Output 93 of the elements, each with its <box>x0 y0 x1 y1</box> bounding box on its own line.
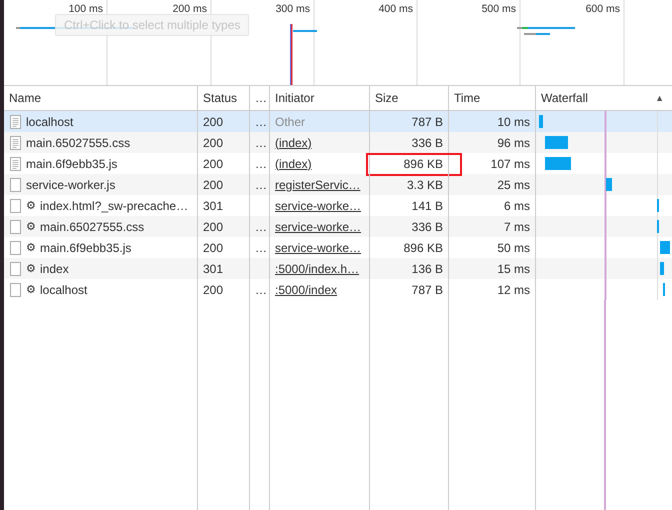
blank-file-icon <box>10 282 21 296</box>
ellipsis-text: … <box>255 136 267 150</box>
initiator-link[interactable]: :5000/index.h… <box>275 262 360 276</box>
size-value: 136 B <box>412 262 443 276</box>
status-code: 301 <box>203 198 224 212</box>
document-icon <box>10 114 21 128</box>
time-tick-label: 600 ms <box>586 3 620 15</box>
status-code: 200 <box>203 114 224 128</box>
status-code: 200 <box>203 136 224 150</box>
column-header[interactable]: … <box>255 91 267 105</box>
size-value: 336 B <box>412 136 443 150</box>
blank-file-icon <box>10 198 21 212</box>
waterfall-bar <box>545 157 571 170</box>
document-icon <box>10 136 21 150</box>
request-row[interactable]: ⚙ index 301 :5000/index.h… 136 B 15 ms <box>4 258 672 279</box>
gear-icon: ⚙ <box>26 199 36 212</box>
size-value: 141 B <box>412 198 443 212</box>
initiator-link[interactable]: service-worke… <box>275 198 362 212</box>
document-icon <box>10 156 21 170</box>
size-value: 336 B <box>412 220 443 234</box>
ellipsis-text: … <box>255 240 267 254</box>
status-code: 200 <box>203 178 224 192</box>
file-name: main.6f9ebb35.js <box>40 240 132 254</box>
initiator-link[interactable]: :5000/index <box>275 282 338 296</box>
blank-file-icon <box>10 240 21 254</box>
file-name: index <box>40 262 69 276</box>
time-value: 50 ms <box>497 240 530 254</box>
time-value: 15 ms <box>497 262 530 276</box>
ellipsis-text: … <box>255 114 267 128</box>
gear-icon: ⚙ <box>26 220 36 233</box>
ellipsis-text: … <box>255 178 267 192</box>
status-code: 301 <box>203 262 224 276</box>
gear-icon: ⚙ <box>26 262 36 275</box>
waterfall-bar <box>606 178 612 191</box>
file-name: main.6f9ebb35.js <box>26 156 118 170</box>
sort-icon[interactable]: ▲ <box>655 93 664 103</box>
request-row[interactable]: service-worker.js 200 … registerServic… 3.3 KB 25 ms <box>4 174 672 195</box>
status-code: 200 <box>203 240 224 254</box>
size-value: 787 B <box>412 282 443 296</box>
initiator-link[interactable]: service-worke… <box>275 220 362 234</box>
initiator-link[interactable]: service-worke… <box>275 240 362 254</box>
blank-file-icon <box>10 178 21 192</box>
status-code: 200 <box>203 156 224 170</box>
size-value: 896 KB <box>404 240 443 254</box>
column-header[interactable]: Time <box>454 91 480 105</box>
time-value: 107 ms <box>490 156 530 170</box>
file-name: index.html?_sw-precache… <box>40 198 188 212</box>
file-name: localhost <box>40 282 88 296</box>
time-value: 10 ms <box>497 114 530 128</box>
time-tick-label: 100 ms <box>68 3 103 15</box>
size-value: 3.3 KB <box>406 178 443 192</box>
column-header[interactable]: Size <box>375 91 398 105</box>
ellipsis-text: … <box>255 156 267 170</box>
gear-icon: ⚙ <box>26 283 36 296</box>
blank-file-icon <box>10 220 21 234</box>
waterfall-bar <box>660 262 664 275</box>
request-row[interactable]: ⚙ localhost 200 … :5000/index 787 B 12 ms <box>4 279 672 300</box>
initiator-link[interactable]: (index) <box>275 136 312 150</box>
waterfall-bar <box>660 241 670 254</box>
ellipsis-text: … <box>255 220 267 234</box>
file-name: main.65027555.css <box>26 136 130 150</box>
request-row[interactable]: localhost 200 … Other 787 B 10 ms <box>4 111 672 132</box>
waterfall-bar <box>545 136 568 149</box>
column-header[interactable]: Waterfall <box>541 91 588 105</box>
size-value: 896 KB <box>404 156 443 170</box>
time-tick-label: 200 ms <box>172 3 207 15</box>
time-tick-label: 400 ms <box>378 3 413 15</box>
file-name: service-worker.js <box>26 178 116 192</box>
time-tick-label: 500 ms <box>482 3 516 15</box>
time-value: 25 ms <box>497 178 530 192</box>
request-row[interactable]: ⚙ main.65027555.css 200 … service-worke… 336 B 7 ms <box>4 216 672 237</box>
column-header[interactable]: Initiator <box>275 91 314 105</box>
time-tick-label: 300 ms <box>276 3 310 15</box>
initiator-link[interactable]: (index) <box>275 156 312 170</box>
size-value: 787 B <box>412 114 443 128</box>
ellipsis-text: … <box>255 282 267 296</box>
initiator-link[interactable]: registerServic… <box>275 178 360 192</box>
time-value: 96 ms <box>497 136 530 150</box>
time-value: 7 ms <box>504 220 530 234</box>
load-marker-line <box>290 24 292 85</box>
file-name: main.65027555.css <box>40 220 144 234</box>
file-name: localhost <box>26 114 74 128</box>
column-header[interactable]: Status <box>203 91 238 105</box>
initiator-text: Other <box>275 114 306 128</box>
blank-file-icon <box>10 262 21 276</box>
time-value: 6 ms <box>504 198 530 212</box>
waterfall-bar <box>539 115 543 128</box>
status-code: 200 <box>203 220 224 234</box>
column-header[interactable]: Name <box>9 91 42 105</box>
request-row[interactable]: main.65027555.css 200 … (index) 336 B 96 ms <box>4 132 672 153</box>
gear-icon: ⚙ <box>26 241 36 254</box>
status-code: 200 <box>203 282 224 296</box>
time-value: 12 ms <box>497 282 530 296</box>
